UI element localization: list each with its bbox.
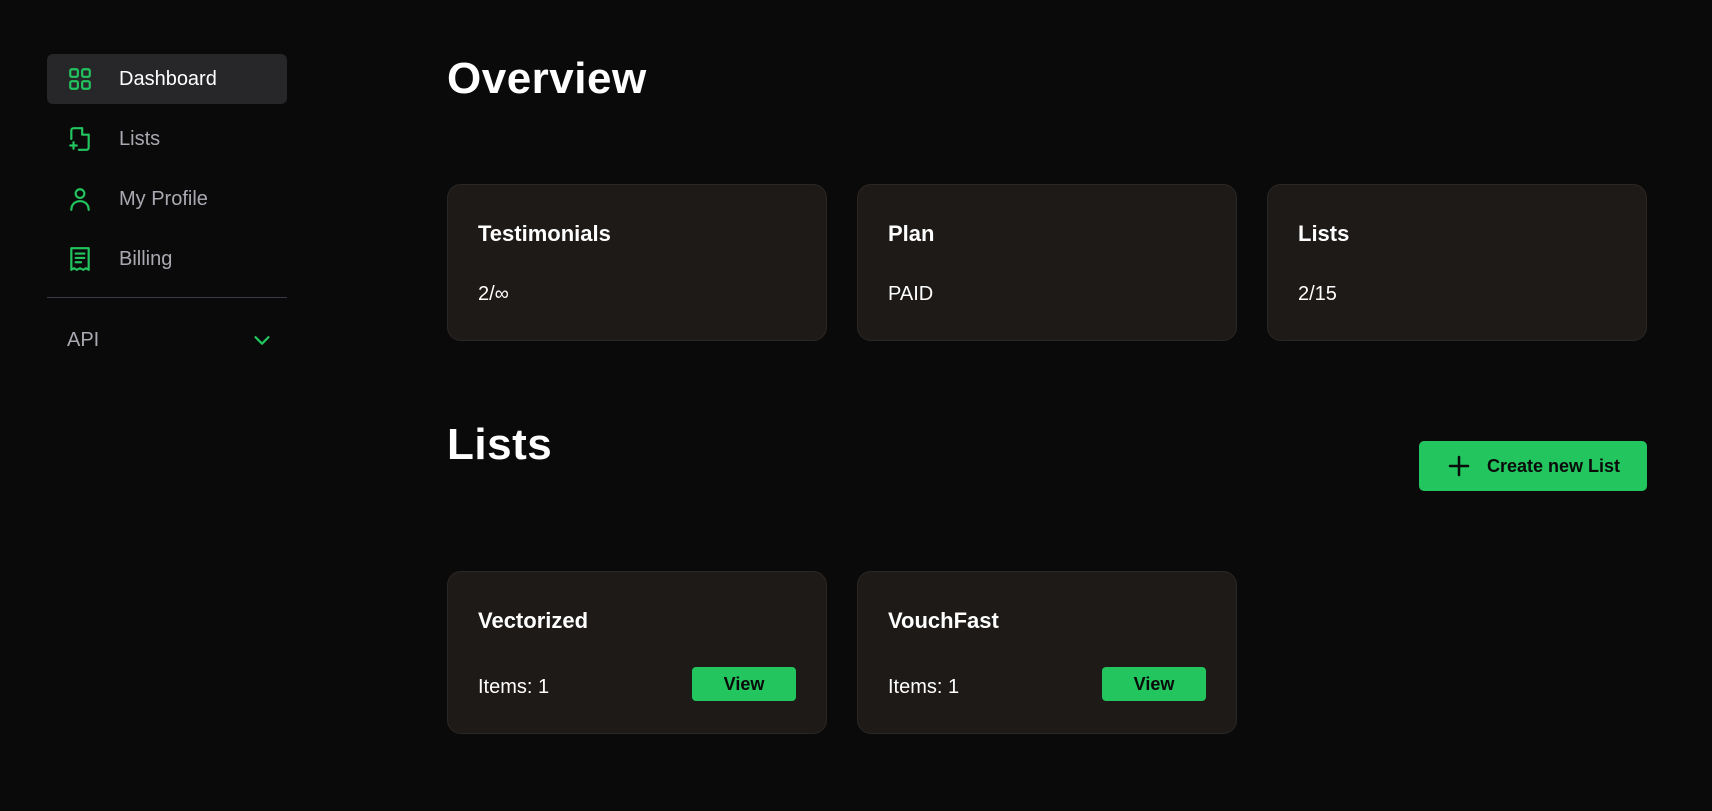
- sidebar-item-dashboard[interactable]: Dashboard: [47, 54, 287, 104]
- stat-card-title: Plan: [888, 221, 935, 246]
- sidebar-item-lists[interactable]: Lists: [47, 114, 287, 164]
- chevron-down-icon: [251, 329, 273, 351]
- sidebar-item-my-profile[interactable]: My Profile: [47, 174, 287, 224]
- sidebar-item-label: Lists: [119, 127, 161, 150]
- list-card-title: VouchFast: [888, 608, 999, 633]
- create-new-list-label: Create new List: [1487, 455, 1621, 476]
- stat-card-value: 2/∞: [478, 283, 509, 305]
- list-card-items-count: Items: 1: [888, 676, 960, 698]
- list-card: VouchFast Items: 1 View: [857, 571, 1237, 734]
- stat-card-testimonials: Testimonials 2/∞: [447, 184, 827, 341]
- page-title: Overview: [447, 54, 647, 103]
- create-new-list-button[interactable]: Create new List: [1419, 441, 1647, 491]
- list-card-title: Vectorized: [478, 608, 589, 633]
- stat-card-title: Testimonials: [478, 221, 611, 246]
- receipt-icon: [67, 246, 93, 272]
- grid-icon: [67, 66, 93, 92]
- stat-card-value: PAID: [888, 283, 934, 305]
- sidebar-item-billing[interactable]: Billing: [47, 234, 287, 284]
- plus-icon: [1448, 455, 1470, 477]
- sidebar-item-api[interactable]: API: [47, 318, 287, 362]
- section-title-lists: Lists: [447, 420, 553, 469]
- stat-card-lists: Lists 2/15: [1267, 184, 1647, 341]
- sidebar-item-label: Dashboard: [119, 67, 217, 90]
- stat-card-value: 2/15: [1298, 283, 1337, 305]
- list-card: Vectorized Items: 1 View: [447, 571, 827, 734]
- stat-card-plan: Plan PAID: [857, 184, 1237, 341]
- sidebar-item-label: Billing: [119, 247, 173, 270]
- file-plus-icon: [67, 126, 93, 152]
- sidebar-item-label: My Profile: [119, 187, 208, 210]
- stat-card-title: Lists: [1298, 221, 1350, 246]
- app-root: Dashboard Lists My Profile Billing API O…: [0, 0, 1712, 811]
- api-label: API: [67, 328, 100, 351]
- view-button[interactable]: View: [692, 667, 796, 701]
- user-icon: [67, 186, 93, 212]
- sidebar: Dashboard Lists My Profile Billing API: [47, 54, 287, 362]
- sidebar-divider: [47, 297, 287, 298]
- list-card-items-count: Items: 1: [478, 676, 550, 698]
- view-button[interactable]: View: [1102, 667, 1206, 701]
